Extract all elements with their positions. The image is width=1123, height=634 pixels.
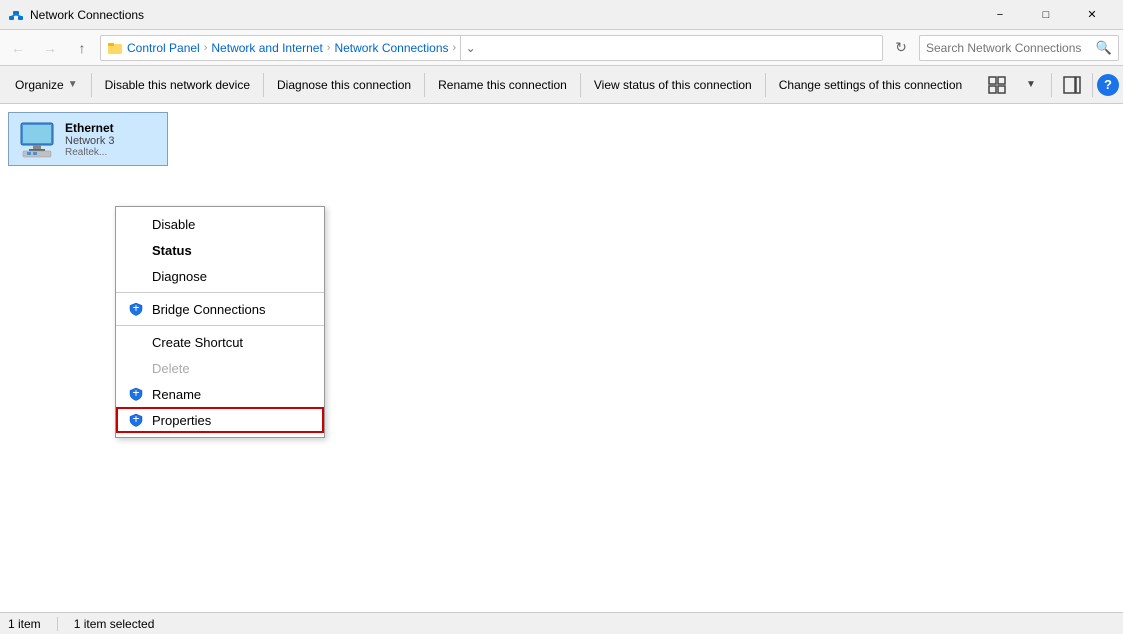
change-settings-button[interactable]: Change settings of this connection [768,68,973,102]
view-dropdown-button[interactable]: ▼ [1015,69,1047,101]
toolbar: Organize ▼ Disable this network device D… [0,66,1123,104]
title-bar-controls: − □ ✕ [977,0,1115,30]
shield-icon-rename [128,386,144,402]
title-bar: Network Connections − □ ✕ [0,0,1123,30]
view-options-icon [988,76,1006,94]
window-title: Network Connections [30,8,144,22]
ctx-bridge[interactable]: Bridge Connections [116,296,324,322]
disable-network-button[interactable]: Disable this network device [94,68,261,102]
ctx-rename[interactable]: Rename [116,381,324,407]
back-button[interactable]: ← [4,34,32,62]
adapter-info: Ethernet Network 3 Realtek... [65,121,115,158]
ctx-separator-2 [116,325,324,326]
details-pane-button[interactable] [1056,69,1088,101]
context-menu: Disable Status Diagnose Bridge Connectio… [115,206,325,438]
ctx-delete[interactable]: Delete [116,355,324,381]
shield-icon-bridge [128,301,144,317]
ctx-shortcut[interactable]: Create Shortcut [116,329,324,355]
maximize-button[interactable]: □ [1023,0,1069,30]
ctx-diagnose[interactable]: Diagnose [116,263,324,289]
organize-button[interactable]: Organize ▼ [4,68,89,102]
shield-icon-properties [128,412,144,428]
ethernet-icon [17,119,57,159]
help-icon: ? [1104,77,1112,92]
toolbar-separator-1 [91,73,92,97]
view-dropdown-chevron: ▼ [1026,79,1036,90]
details-pane-icon [1063,76,1081,94]
ctx-separator-1 [116,292,324,293]
adapter-network: Network 3 [65,135,115,147]
window-icon [8,7,24,23]
breadcrumb-network-internet[interactable]: Network and Internet [211,41,322,55]
search-box: 🔍 [919,35,1119,61]
breadcrumb-dropdown[interactable]: ⌄ [460,35,480,61]
adapter-driver: Realtek... [65,147,115,158]
help-button[interactable]: ? [1097,74,1119,96]
toolbar-right: ▼ ? [981,69,1119,101]
view-options-button[interactable] [981,69,1013,101]
organize-chevron: ▼ [68,79,78,90]
adapter-name: Ethernet [65,121,115,135]
diagnose-button[interactable]: Diagnose this connection [266,68,422,102]
item-selected: 1 item selected [74,617,155,631]
up-button[interactable]: ↑ [68,34,96,62]
toolbar-separator-5 [765,73,766,97]
ctx-status[interactable]: Status [116,237,324,263]
ethernet-adapter[interactable]: Ethernet Network 3 Realtek... [8,112,168,166]
main-content: Ethernet Network 3 Realtek... Disable St… [0,104,1123,612]
ctx-properties[interactable]: Properties [116,407,324,433]
breadcrumb-network-connections[interactable]: Network Connections [334,41,448,55]
minimize-button[interactable]: − [977,0,1023,30]
close-button[interactable]: ✕ [1069,0,1115,30]
status-bar: 1 item 1 item selected [0,612,1123,634]
search-input[interactable] [926,41,1096,55]
toolbar-separator-3 [424,73,425,97]
breadcrumb[interactable]: Control Panel › Network and Internet › N… [100,35,883,61]
rename-button[interactable]: Rename this connection [427,68,578,102]
item-count: 1 item [8,617,41,631]
title-bar-left: Network Connections [8,7,144,23]
folder-icon [107,40,123,56]
toolbar-separator-7 [1092,73,1093,97]
toolbar-separator-6 [1051,73,1052,97]
view-status-button[interactable]: View status of this connection [583,68,763,102]
status-separator [57,617,58,631]
search-icon: 🔍 [1096,40,1112,56]
adapter-icon [17,119,57,159]
refresh-button[interactable]: ↻ [887,35,915,61]
ctx-disable[interactable]: Disable [116,211,324,237]
address-bar: ← → ↑ Control Panel › Network and Intern… [0,30,1123,66]
toolbar-separator-4 [580,73,581,97]
toolbar-separator-2 [263,73,264,97]
breadcrumb-control-panel[interactable]: Control Panel [127,41,200,55]
forward-button[interactable]: → [36,34,64,62]
